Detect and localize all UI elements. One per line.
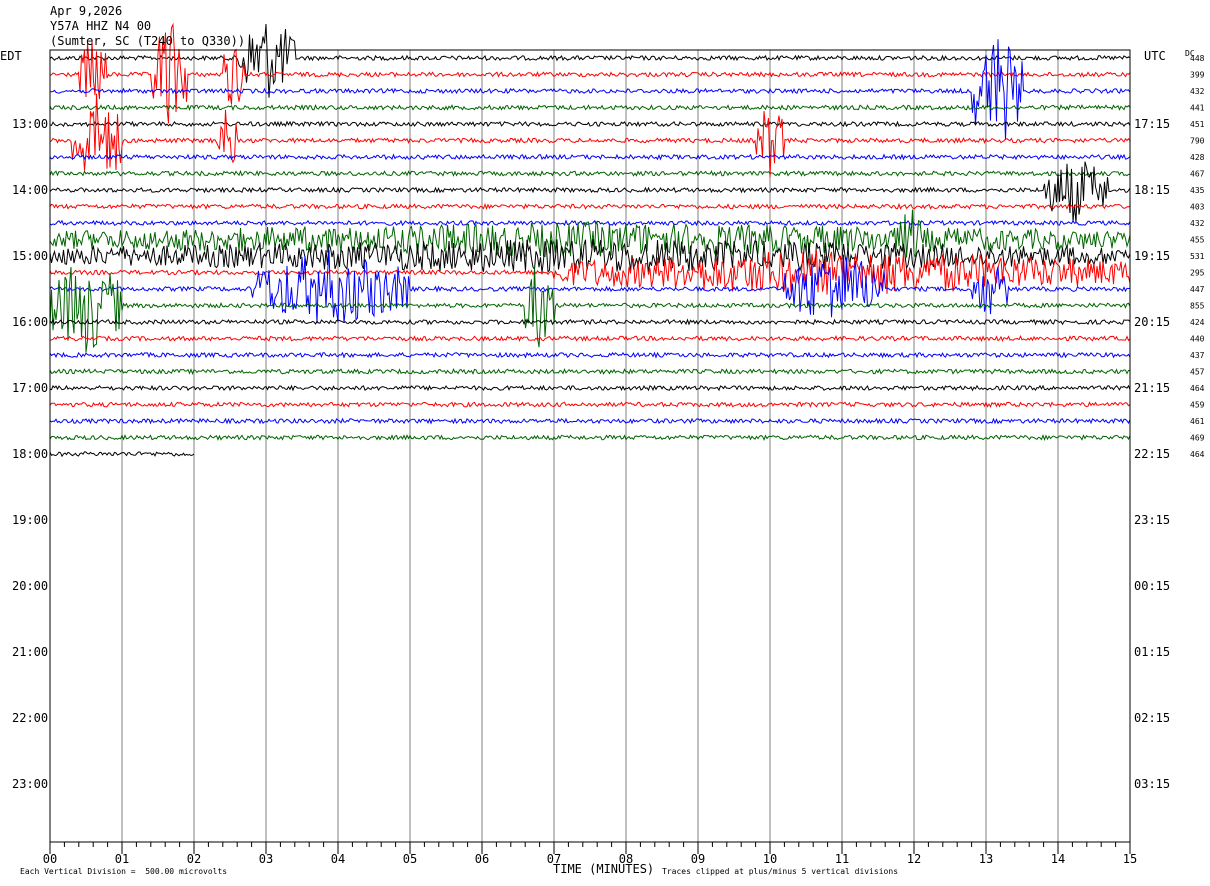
trace-row <box>49 266 1131 353</box>
trace-row <box>49 153 1131 161</box>
dc-header-label: DC <box>1185 49 1195 58</box>
dc-offset-label: 855 <box>1190 302 1205 311</box>
x-tick-label-05: 05 <box>403 852 417 866</box>
x-tick-label-10: 10 <box>763 852 777 866</box>
plot-frame <box>49 49 1131 843</box>
x-tick-label-04: 04 <box>331 852 345 866</box>
trace-row <box>49 120 1131 128</box>
trace-row <box>49 335 1131 343</box>
header-location: (Sumter, SC (T240 to Q330)) <box>50 34 246 48</box>
left-hour-label: 17:00 <box>12 381 48 395</box>
dc-offset-label: 447 <box>1190 285 1205 294</box>
dc-offset-label: 403 <box>1190 203 1205 212</box>
dc-offset-label: 424 <box>1190 318 1205 327</box>
dc-offset-label: 295 <box>1190 269 1205 278</box>
x-axis-title: TIME (MINUTES) <box>553 862 655 876</box>
dc-offset-label: 467 <box>1190 170 1205 179</box>
trace-row <box>49 318 1131 326</box>
left-timezone-label: EDT <box>0 49 22 63</box>
helicorder-plot: 00 01 02 03 04 05 06 07 08 09 10 11 12 13 14 15 13:0014… <box>12 22 1205 866</box>
x-tick-label-09: 09 <box>691 852 705 866</box>
trace-row <box>49 417 1131 425</box>
right-hour-label: 19:15 <box>1134 249 1170 263</box>
left-hour-label: 15:00 <box>12 249 48 263</box>
dc-offset-label: 440 <box>1190 335 1205 344</box>
right-hour-label: 01:15 <box>1134 645 1170 659</box>
trace-row <box>49 238 1131 273</box>
right-hour-label: 21:15 <box>1134 381 1170 395</box>
x-tick-label-00: 00 <box>43 852 57 866</box>
left-hour-label: 13:00 <box>12 117 48 131</box>
dc-offset-label: 455 <box>1190 236 1205 245</box>
dc-offset-labels: 4483994324414517904284674354034324555312… <box>1190 54 1205 459</box>
trace-row <box>49 434 1131 442</box>
dc-offset-label: 461 <box>1190 417 1205 426</box>
dc-offset-label: 531 <box>1190 252 1205 261</box>
x-tick-label-02: 02 <box>187 852 201 866</box>
trace-row <box>49 202 1131 211</box>
trace-row <box>49 351 1131 359</box>
right-hour-label: 02:15 <box>1134 711 1170 725</box>
trace-row <box>49 384 1131 392</box>
minute-gridlines <box>121 50 1059 842</box>
left-hour-label: 22:00 <box>12 711 48 725</box>
right-hour-labels: 17:15 18:15 19:15 20:15 21:15 22:15 23:15 00:15… <box>1134 117 1170 791</box>
x-tick-label-14: 14 <box>1051 852 1065 866</box>
x-tick-label-03: 03 <box>259 852 273 866</box>
trace-row <box>49 169 1131 177</box>
left-hour-label: 19:00 <box>12 513 48 527</box>
header-date: Apr 9,2026 <box>50 4 123 18</box>
x-tick-label-11: 11 <box>835 852 849 866</box>
dc-offset-label: 459 <box>1190 401 1205 410</box>
left-hour-label: 16:00 <box>12 315 48 329</box>
dc-offset-label: 790 <box>1190 137 1205 146</box>
header-station: Y57A HHZ N4 00 <box>50 19 152 33</box>
x-tick-label-15: 15 <box>1123 852 1137 866</box>
left-hour-labels: 13:00 14:00 15:00 16:00 17:00 18:00 19:00 20:00… <box>12 117 48 791</box>
right-hour-label: 03:15 <box>1134 777 1170 791</box>
dc-offset-label: 432 <box>1190 219 1205 228</box>
right-hour-label: 00:15 <box>1134 579 1170 593</box>
dc-offset-label: 428 <box>1190 153 1205 162</box>
dc-offset-label: 441 <box>1190 104 1205 113</box>
left-hour-label: 14:00 <box>12 183 48 197</box>
clip-note: Traces clipped at plus/minus 5 vertical … <box>662 867 899 876</box>
right-hour-label: 22:15 <box>1134 447 1170 461</box>
dc-offset-label: 399 <box>1190 71 1205 80</box>
left-hour-label: 18:00 <box>12 447 48 461</box>
trace-row <box>49 219 1131 227</box>
dc-offset-label: 437 <box>1190 351 1205 360</box>
trace-row <box>49 368 1131 376</box>
right-hour-label: 23:15 <box>1134 513 1170 527</box>
left-hour-label: 23:00 <box>12 777 48 791</box>
dc-offset-label: 464 <box>1190 450 1205 459</box>
right-hour-label: 17:15 <box>1134 117 1170 131</box>
dc-offset-label: 469 <box>1190 434 1205 443</box>
dc-offset-label: 432 <box>1190 87 1205 96</box>
dc-offset-label: 464 <box>1190 384 1205 393</box>
dc-offset-label: 451 <box>1190 120 1205 129</box>
x-tick-label-12: 12 <box>907 852 921 866</box>
x-axis-ticks <box>49 842 1131 854</box>
dc-offset-label: 457 <box>1190 368 1205 377</box>
x-tick-label-01: 01 <box>115 852 129 866</box>
seismic-traces <box>49 22 1131 458</box>
trace-row <box>49 401 1131 408</box>
trace-row <box>49 103 1131 112</box>
scale-note: Each Vertical Division = 500.00 microvol… <box>20 867 228 876</box>
left-hour-label: 21:00 <box>12 645 48 659</box>
right-hour-label: 20:15 <box>1134 315 1170 329</box>
dc-offset-label: 435 <box>1190 186 1205 195</box>
left-hour-label: 20:00 <box>12 579 48 593</box>
trace-row <box>49 209 1131 258</box>
right-timezone-label: UTC <box>1144 49 1166 63</box>
trace-row <box>49 161 1131 224</box>
x-tick-label-13: 13 <box>979 852 993 866</box>
x-tick-label-06: 06 <box>475 852 489 866</box>
right-hour-label: 18:15 <box>1134 183 1170 197</box>
